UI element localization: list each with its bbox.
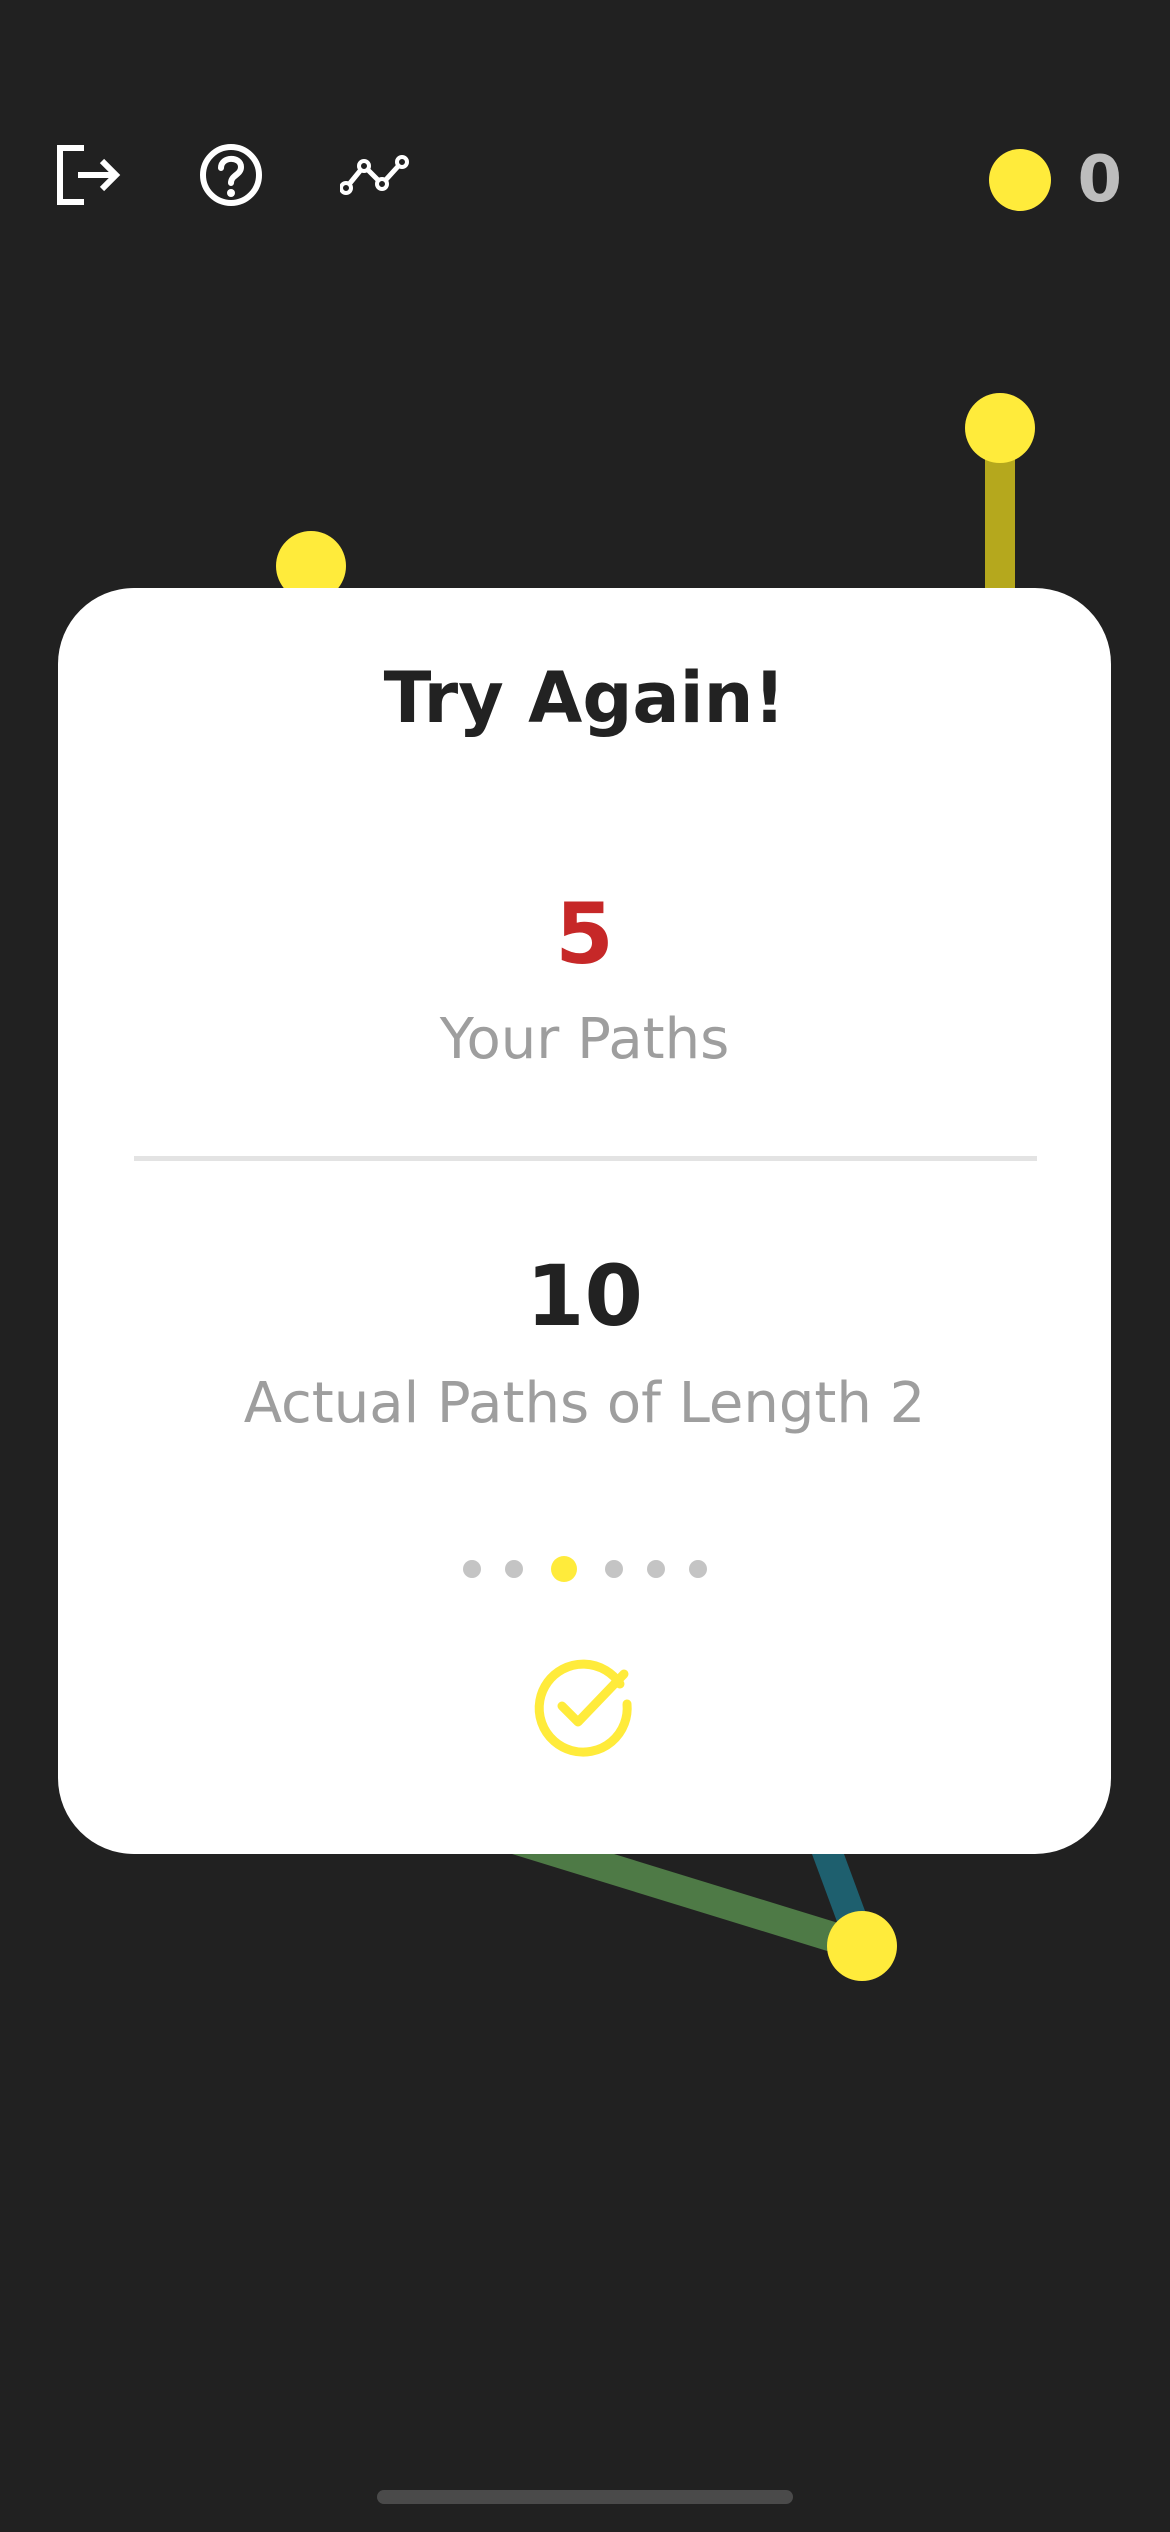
- actual-paths-count: 10: [526, 1247, 643, 1345]
- result-card: Try Again! 5 Your Paths 10 Actual Paths …: [58, 588, 1111, 1854]
- help-icon[interactable]: [196, 140, 266, 210]
- coin-icon: [989, 149, 1052, 211]
- check-circle-icon[interactable]: [532, 1654, 636, 1758]
- your-paths-count: 5: [555, 885, 614, 983]
- graph-node[interactable]: [965, 393, 1035, 463]
- exit-icon[interactable]: [54, 140, 124, 210]
- coin-counter: 0: [989, 148, 1122, 212]
- page-dot-active[interactable]: [550, 1556, 577, 1582]
- graph-node[interactable]: [827, 1911, 897, 1981]
- result-title: Try Again!: [383, 657, 786, 739]
- page-dot[interactable]: [462, 1560, 481, 1578]
- divider: [134, 1156, 1037, 1161]
- page-dot[interactable]: [688, 1560, 707, 1578]
- page-dot[interactable]: [646, 1560, 665, 1578]
- your-paths-label: Your Paths: [439, 1007, 730, 1072]
- actual-paths-label: Actual Paths of Length 2: [243, 1371, 926, 1436]
- graph-icon[interactable]: [340, 140, 410, 210]
- page-indicator: [58, 1556, 1111, 1582]
- home-indicator[interactable]: [377, 2490, 793, 2504]
- page-dot[interactable]: [604, 1560, 623, 1578]
- coin-count: 0: [1077, 143, 1122, 217]
- page-dot[interactable]: [504, 1560, 523, 1578]
